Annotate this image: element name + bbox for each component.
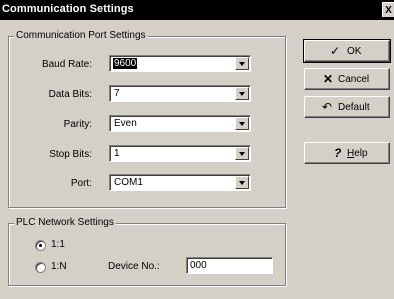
chevron-down-icon (239, 62, 245, 66)
close-icon[interactable]: X (382, 2, 394, 17)
default-button-label: Default (338, 102, 370, 113)
parity-value: Even (114, 118, 137, 129)
help-button[interactable]: ? Help (304, 142, 390, 164)
chevron-down-icon (239, 152, 245, 156)
parity-label: Parity: (63, 119, 92, 130)
ok-button-label: OK (347, 46, 362, 57)
title-bar: Communication Settings X (0, 0, 394, 20)
baud-rate-dropdown-button[interactable] (235, 57, 249, 70)
data-bits-label: Data Bits: (48, 89, 92, 100)
port-label: Port: (70, 178, 92, 189)
communication-settings-dialog: Communication Settings X Communication P… (0, 0, 394, 299)
ok-button[interactable]: ✓ OK (303, 39, 391, 63)
radio-1-1[interactable] (35, 240, 46, 251)
parity-dropdown-button[interactable] (235, 117, 249, 130)
plc-network-group: PLC Network Settings (8, 217, 286, 286)
stop-bits-select[interactable]: 1 (109, 145, 251, 162)
port-settings-legend: Communication Port Settings (14, 30, 148, 41)
default-button[interactable]: ↶ Default (304, 96, 390, 118)
question-icon: ? (334, 146, 342, 160)
stop-bits-dropdown-button[interactable] (235, 147, 249, 160)
help-button-label: Help (347, 148, 368, 159)
cancel-button-label: Cancel (338, 74, 370, 85)
baud-rate-value: 9600 (113, 58, 138, 69)
port-value: COM1 (114, 177, 143, 188)
device-no-label: Device No.: (108, 261, 160, 272)
parity-select[interactable]: Even (109, 115, 251, 132)
window-title: Communication Settings (2, 3, 134, 15)
data-bits-select[interactable]: 7 (109, 85, 251, 102)
baud-rate-label: Baud Rate: (41, 59, 92, 70)
device-no-value: 000 (190, 260, 207, 271)
undo-icon: ↶ (322, 100, 333, 114)
chevron-down-icon (239, 122, 245, 126)
radio-1-1-label[interactable]: 1:1 (51, 239, 65, 250)
device-no-input[interactable]: 000 (186, 257, 273, 274)
radio-selected-dot (39, 244, 42, 247)
check-icon: ✓ (330, 44, 341, 58)
chevron-down-icon (239, 92, 245, 96)
data-bits-dropdown-button[interactable] (235, 87, 249, 100)
data-bits-value: 7 (114, 88, 120, 99)
stop-bits-label: Stop Bits: (49, 149, 92, 160)
radio-1-n[interactable] (35, 262, 46, 273)
help-label-rest: elp (354, 148, 368, 159)
x-icon: ✕ (323, 72, 334, 86)
stop-bits-value: 1 (114, 148, 120, 159)
radio-1-n-label[interactable]: 1:N (51, 261, 67, 272)
chevron-down-icon (239, 181, 245, 185)
baud-rate-select[interactable]: 9600 (109, 55, 251, 72)
cancel-button[interactable]: ✕ Cancel (304, 68, 390, 90)
port-dropdown-button[interactable] (235, 176, 249, 189)
port-select[interactable]: COM1 (109, 174, 251, 191)
plc-network-legend: PLC Network Settings (14, 217, 116, 228)
